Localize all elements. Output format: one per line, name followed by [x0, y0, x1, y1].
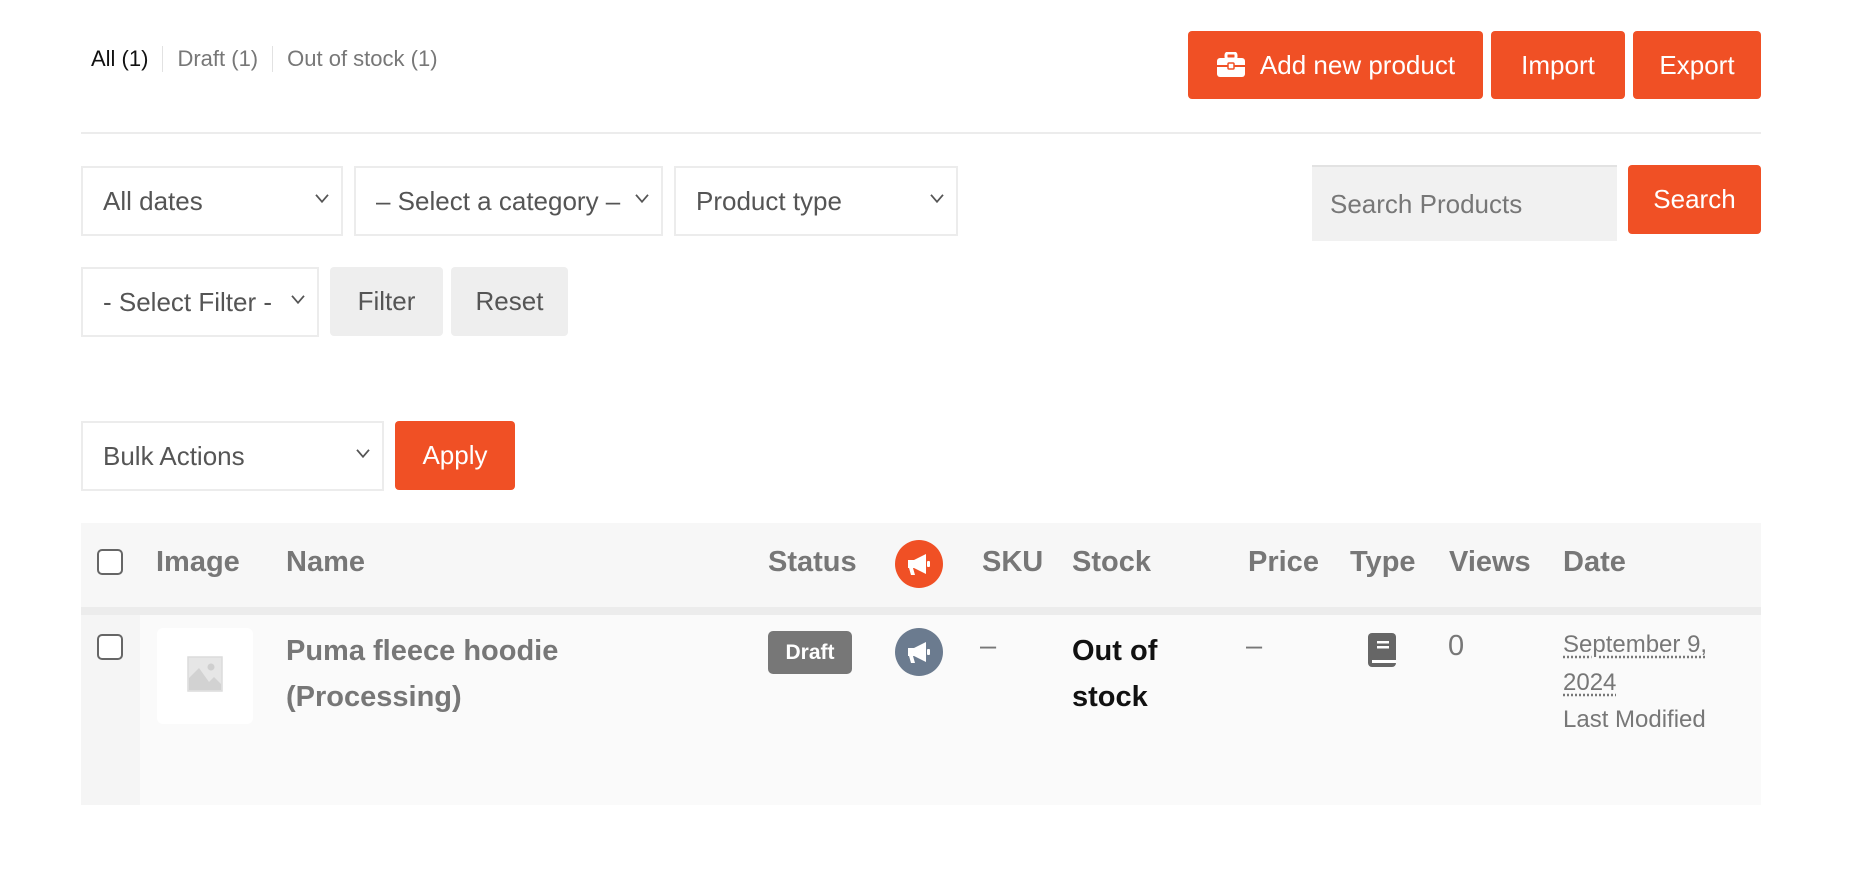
product-name: Puma fleece hoodie [286, 635, 559, 667]
column-header-price[interactable]: Price [1248, 546, 1319, 579]
bulk-actions-select[interactable]: Bulk Actions [81, 421, 384, 491]
apply-button[interactable]: Apply [395, 421, 515, 490]
column-header-date[interactable]: Date [1563, 546, 1626, 579]
category-select[interactable]: – Select a category – [354, 166, 663, 236]
dates-select[interactable]: All dates [81, 166, 343, 236]
table-header-border [81, 607, 1761, 615]
chevron-down-icon [356, 449, 370, 461]
date-value-line2: 2024 [1563, 669, 1617, 696]
megaphone-icon [895, 540, 943, 588]
sku-value: – [980, 630, 997, 662]
product-type-select-value: Product type [696, 185, 842, 216]
export-button[interactable]: Export [1633, 31, 1761, 99]
add-new-product-button[interactable]: Add new product [1188, 31, 1483, 99]
row-checkbox[interactable] [97, 634, 123, 660]
column-header-sku[interactable]: SKU [982, 546, 1043, 579]
placeholder-image-icon [187, 655, 223, 697]
category-select-value: – Select a category – [376, 185, 621, 216]
column-header-stock: Stock [1072, 546, 1151, 578]
search-products-input[interactable]: Search Products [1312, 165, 1617, 241]
views-count: 0 [1448, 630, 1465, 662]
date-value-line1: September 9, [1563, 631, 1708, 658]
status-link-all[interactable]: All (1) [91, 46, 148, 72]
chevron-down-icon [635, 194, 649, 206]
column-header-image: Image [156, 546, 240, 578]
reset-button[interactable]: Reset [451, 267, 568, 336]
date-cell: September 9, 2024 Last Modified [1563, 626, 1733, 738]
divider [162, 46, 164, 72]
product-type-select[interactable]: Product type [674, 166, 958, 236]
search-button[interactable]: Search [1628, 165, 1761, 234]
select-filter-select[interactable]: - Select Filter - [81, 267, 319, 337]
book-icon [1368, 633, 1396, 672]
product-thumbnail[interactable] [157, 628, 253, 724]
stock-status-line1: Out of [1072, 635, 1158, 667]
column-header-status: Status [768, 546, 857, 578]
filter-button[interactable]: Filter [330, 267, 443, 336]
product-name-status: (Processing) [286, 681, 462, 713]
status-link-draft[interactable]: Draft (1) [177, 46, 258, 72]
briefcase-icon [1216, 52, 1246, 78]
chevron-down-icon [315, 194, 329, 206]
header-divider [81, 132, 1761, 134]
column-header-type: Type [1350, 546, 1416, 578]
dates-select-value: All dates [103, 185, 203, 216]
chevron-down-icon [930, 194, 944, 206]
add-new-product-label: Add new product [1259, 49, 1456, 80]
select-filter-value: - Select Filter - [103, 286, 273, 317]
column-header-name[interactable]: Name [286, 546, 365, 579]
import-button[interactable]: Import [1491, 31, 1625, 99]
megaphone-icon[interactable] [895, 628, 943, 676]
date-label: Last Modified [1563, 706, 1706, 733]
bulk-actions-value: Bulk Actions [103, 440, 245, 471]
price-value: – [1246, 630, 1263, 662]
stock-status: Out of stock [1072, 628, 1192, 720]
status-link-out-of-stock[interactable]: Out of stock (1) [287, 46, 437, 72]
stock-status-line2: stock [1072, 681, 1148, 713]
product-name-link[interactable]: Puma fleece hoodie (Processing) [286, 628, 586, 720]
status-badge: Draft [768, 631, 852, 674]
divider [272, 46, 274, 72]
chevron-down-icon [291, 295, 305, 307]
select-all-checkbox[interactable] [97, 549, 123, 575]
search-placeholder: Search Products [1330, 188, 1523, 219]
column-header-views: Views [1449, 546, 1531, 578]
status-filter-links: All (1) Draft (1) Out of stock (1) [91, 46, 438, 72]
